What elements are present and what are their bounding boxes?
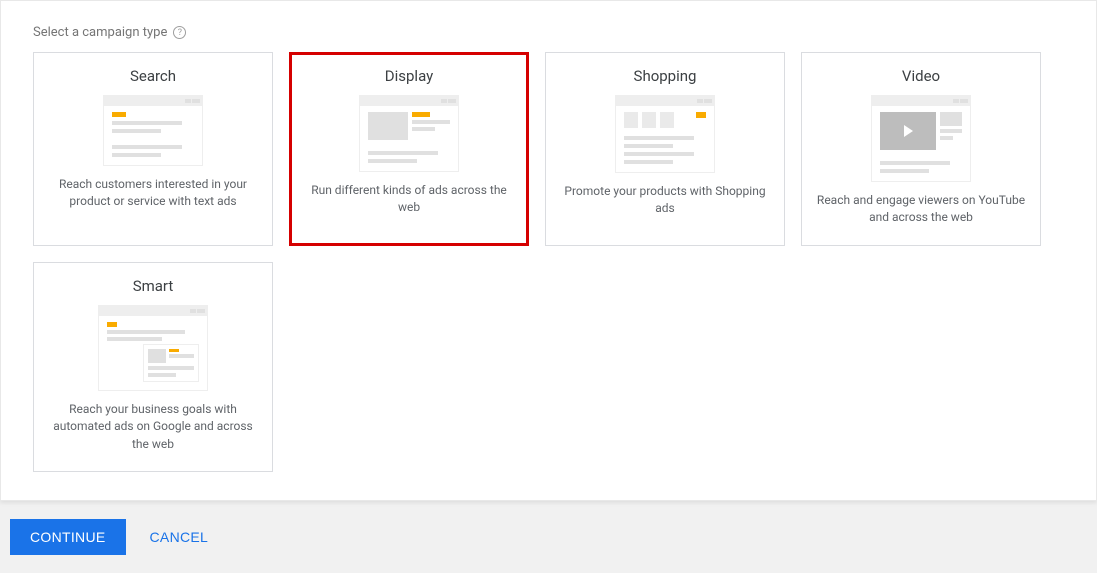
shopping-thumb xyxy=(615,95,715,173)
card-title: Video xyxy=(902,67,940,85)
card-search[interactable]: Search Reach customers interested in you… xyxy=(33,52,273,246)
campaign-cards: Search Reach customers interested in you… xyxy=(33,52,1064,472)
continue-button[interactable]: CONTINUE xyxy=(10,519,126,555)
card-desc: Reach and engage viewers on YouTube and … xyxy=(814,192,1028,227)
card-desc: Reach your business goals with automated… xyxy=(46,401,260,453)
card-shopping[interactable]: Shopping Promote your products with xyxy=(545,52,785,246)
card-title: Shopping xyxy=(634,67,697,85)
section-title-row: Select a campaign type ? xyxy=(33,25,1064,40)
video-thumb xyxy=(871,95,971,182)
card-desc: Reach customers interested in your produ… xyxy=(46,176,260,211)
search-thumb xyxy=(103,95,203,166)
cancel-button[interactable]: CANCEL xyxy=(150,529,209,545)
card-desc: Run different kinds of ads across the we… xyxy=(302,182,516,217)
footer-actions: CONTINUE CANCEL xyxy=(0,501,1097,573)
help-icon[interactable]: ? xyxy=(173,26,186,39)
section-title: Select a campaign type xyxy=(33,25,167,40)
card-smart[interactable]: Smart xyxy=(33,262,273,472)
card-title: Smart xyxy=(133,277,174,295)
card-title: Search xyxy=(130,67,176,85)
display-thumb xyxy=(359,95,459,172)
campaign-type-panel: Select a campaign type ? Search Reach cu… xyxy=(0,0,1097,501)
card-video[interactable]: Video Reach an xyxy=(801,52,1041,246)
card-title: Display xyxy=(385,67,433,85)
card-display[interactable]: Display Run di xyxy=(289,52,529,246)
play-icon xyxy=(880,112,936,150)
smart-thumb xyxy=(98,305,208,391)
card-desc: Promote your products with Shopping ads xyxy=(558,183,772,218)
